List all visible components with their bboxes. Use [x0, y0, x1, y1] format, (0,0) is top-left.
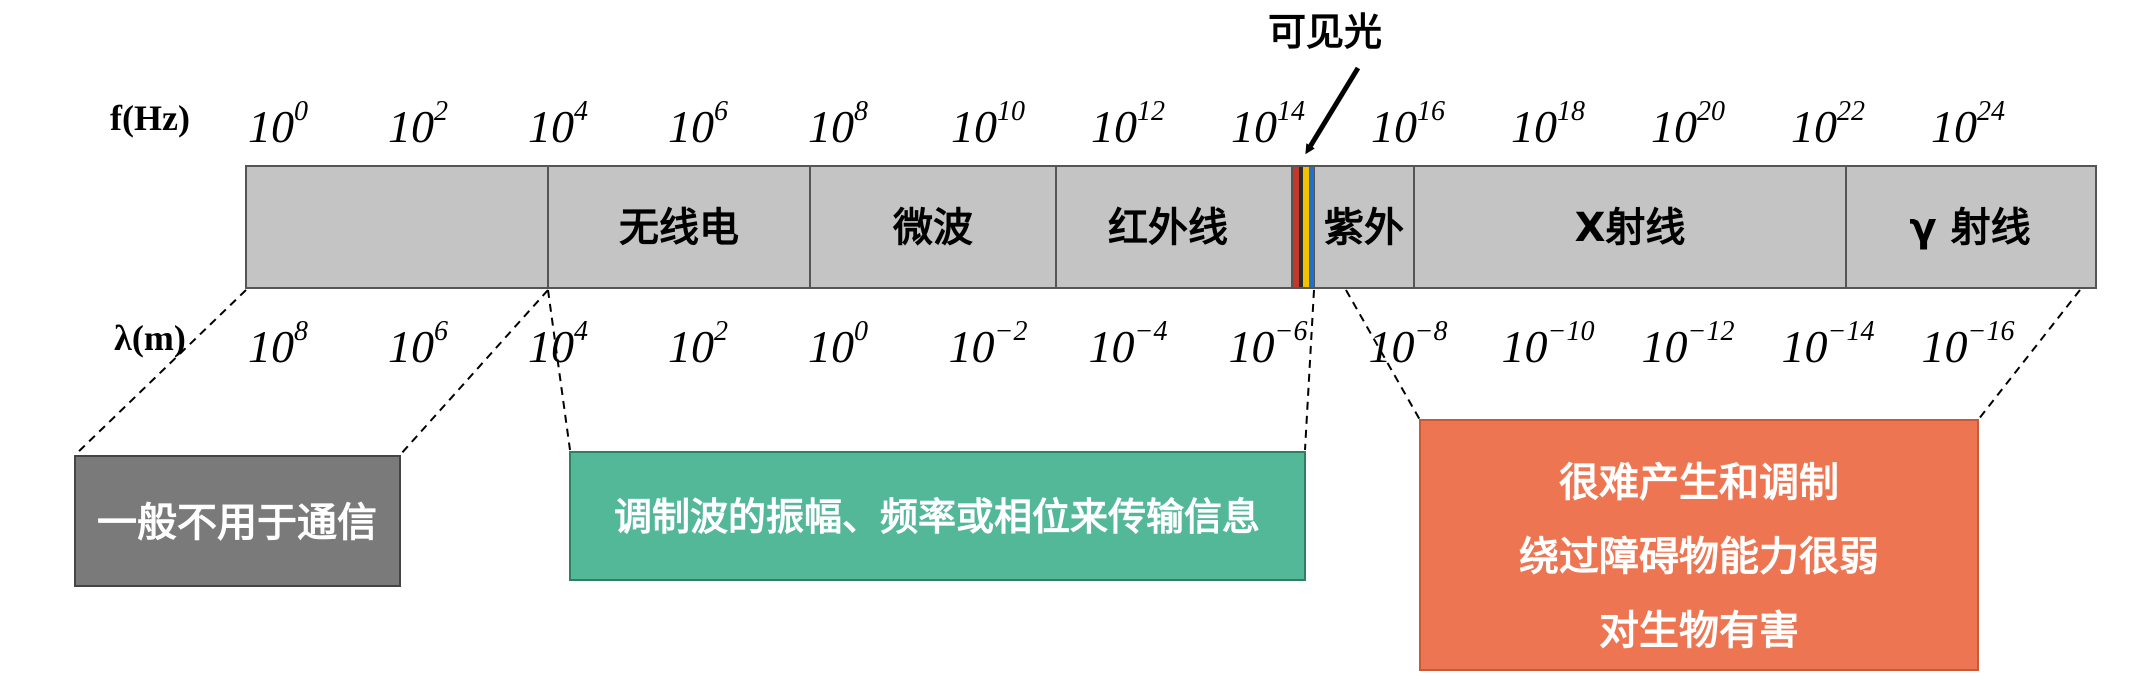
frequency-tick: 1012 [1091, 96, 1165, 152]
visible-light-stripes [1293, 167, 1314, 287]
band-label-gamma: γ 射线 [1909, 205, 2030, 251]
note-green: 调制波的振幅、频率或相位来传输信息 [569, 451, 1306, 581]
frequency-tick: 1010 [951, 96, 1025, 152]
band-label-microwave: 微波 [892, 205, 973, 251]
wavelength-tick: 10−6 [1229, 316, 1308, 372]
spectrum-bar: 无线电 微波 红外线 紫外 X射线 γ 射线 [245, 165, 2097, 289]
band-label-radio: 无线电 [619, 205, 739, 251]
visible-stripe-dark [1299, 167, 1303, 287]
note-orange-line-1: 很难产生和调制 [1559, 460, 1839, 506]
spectrum-diagram: 可见光 f(Hz) λ(m) 100 102 104 106 108 1010 … [74, 10, 2097, 671]
connector-line [399, 289, 549, 456]
band-label-xray: X射线 [1575, 205, 1686, 251]
frequency-tick: 102 [388, 96, 448, 152]
wavelength-tick: 10−8 [1369, 316, 1448, 372]
frequency-tick: 1022 [1791, 96, 1865, 152]
visible-stripe-yellow [1303, 167, 1309, 287]
note-orange: 很难产生和调制 绕过障碍物能力很弱 对生物有害 [1419, 419, 1979, 671]
frequency-axis-label: f(Hz) [110, 98, 190, 138]
connector-line [1977, 289, 2081, 421]
visible-stripe-blue [1309, 167, 1314, 287]
frequency-tick: 100 [248, 96, 308, 152]
wavelength-tick: 10−10 [1502, 316, 1595, 372]
frequency-tick: 1018 [1511, 96, 1585, 152]
frequency-tick: 1020 [1651, 96, 1725, 152]
wavelength-tick: 108 [248, 316, 308, 372]
visible-light-label: 可见光 [1268, 10, 1382, 54]
wavelength-tick: 10−12 [1642, 316, 1735, 372]
wavelength-tick: 10−14 [1782, 316, 1875, 372]
wavelength-tick: 10−4 [1089, 316, 1168, 372]
note-orange-line-3: 对生物有害 [1599, 608, 1799, 654]
band-label-ultraviolet: 紫外 [1324, 205, 1404, 251]
frequency-tick: 1014 [1231, 96, 1305, 152]
frequency-tick: 104 [528, 96, 588, 152]
frequency-tick: 108 [808, 96, 868, 152]
connector-line [1304, 289, 1315, 451]
wavelength-tick: 102 [668, 316, 728, 372]
frequency-ticks: 100 102 104 106 108 1010 1012 1014 1016 … [248, 96, 2005, 152]
note-gray: 一般不用于通信 [74, 455, 401, 587]
wavelength-tick: 106 [388, 316, 448, 372]
wavelength-ticks: 108 106 104 102 100 10−2 10−4 10−6 10−8 … [248, 316, 2014, 372]
connector-line [74, 289, 247, 456]
band-label-infrared: 红外线 [1108, 205, 1228, 251]
note-orange-line-2: 绕过障碍物能力很弱 [1519, 534, 1879, 580]
note-gray-text: 一般不用于通信 [97, 500, 377, 546]
frequency-tick: 106 [668, 96, 728, 152]
frequency-tick: 1024 [1931, 96, 2005, 152]
visible-stripe-red [1293, 167, 1299, 287]
visible-light-arrow [1305, 66, 1361, 155]
wavelength-tick: 100 [808, 316, 868, 372]
frequency-tick: 1016 [1371, 96, 1445, 152]
wavelength-tick: 10−16 [1922, 316, 2015, 372]
wavelength-axis-label: λ(m) [114, 318, 186, 358]
note-green-text: 调制波的振幅、频率或相位来传输信息 [614, 495, 1260, 539]
wavelength-tick: 10−2 [949, 316, 1028, 372]
